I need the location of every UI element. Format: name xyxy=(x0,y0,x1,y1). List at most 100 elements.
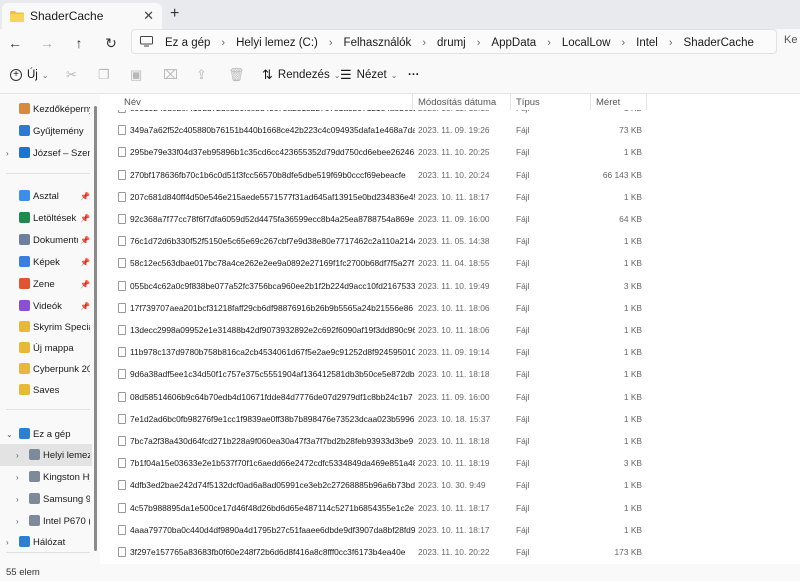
scrollbar[interactable] xyxy=(92,94,100,564)
sidebar-item[interactable]: Kezdőképernyő xyxy=(0,98,92,120)
expand-chevron-icon[interactable]: › xyxy=(6,538,9,547)
expand-chevron-icon[interactable]: › xyxy=(6,149,9,158)
table-row[interactable]: 7b1f04a15e03633e2e1b537f70f1c6aedd66e247… xyxy=(100,452,800,474)
file-size: 1 KB xyxy=(623,480,642,491)
breadcrumb-item[interactable]: Intel xyxy=(636,37,658,49)
file-type: Fájl xyxy=(516,236,530,247)
rename-button[interactable]: ⌧ xyxy=(163,64,183,86)
delete-button[interactable]: 🗑 xyxy=(228,64,250,86)
table-row[interactable]: 4aaa79770ba0c440d4df9890a4d1795b27c51faa… xyxy=(100,519,800,541)
paste-button[interactable]: ▣ xyxy=(130,64,147,86)
chevron-right-icon[interactable]: › xyxy=(669,37,673,49)
table-row[interactable]: 76c1d72d6b330f52f5150e5c65e69c267cbf7e9d… xyxy=(100,230,800,252)
table-row[interactable]: 7e1d2ad6bc0fb98276f9e1cc1f9839ae0ff38b7b… xyxy=(100,408,800,430)
sidebar-item[interactable]: › József – Személyes xyxy=(0,142,92,164)
breadcrumb-item[interactable]: Felhasználók xyxy=(344,37,412,49)
table-row[interactable]: 08d58514606b9c64b70edb4d10671fdde84d7776… xyxy=(100,386,800,408)
breadcrumb-item[interactable]: drumj xyxy=(437,37,466,49)
file-name: 58c12ec563dbae017bc78a4ce262e2ee9a0892e2… xyxy=(130,258,415,269)
sidebar-item[interactable]: Képek 📌 xyxy=(0,251,92,273)
back-button[interactable]: ← xyxy=(4,32,26,54)
new-tab-button[interactable]: + xyxy=(170,5,179,23)
expand-chevron-icon[interactable]: › xyxy=(16,451,19,460)
breadcrumb-item[interactable]: Ez a gép xyxy=(165,37,210,49)
close-icon[interactable]: ✕ xyxy=(143,8,154,24)
chevron-right-icon[interactable]: › xyxy=(221,37,225,49)
chevron-right-icon[interactable]: › xyxy=(621,37,625,49)
sidebar-item[interactable]: ⌄ Ez a gép xyxy=(0,423,92,445)
table-row[interactable]: 4dfb3ed2bae242d74f5132dcf0ad6a8ad05991ce… xyxy=(100,474,800,496)
sort-button[interactable]: ⇅ Rendezés ⌄ xyxy=(262,64,340,86)
table-row[interactable]: 9d6a38adf5ee1c34d50f1c757e375c5551904af1… xyxy=(100,363,800,385)
breadcrumb-item[interactable]: AppData xyxy=(491,37,536,49)
expand-chevron-icon[interactable]: › xyxy=(16,473,19,482)
sidebar-item[interactable]: Gyűjtemény xyxy=(0,120,92,142)
table-row[interactable]: 7bc7a2f38a430d64fcd271b228a9f060ea30a47f… xyxy=(100,430,800,452)
share-button[interactable]: ⇪ xyxy=(196,64,212,86)
table-row[interactable]: 92c368a7f77cc78f6f7dfa6059d52d4475fa3659… xyxy=(100,208,800,230)
view-button[interactable]: ☰ Nézet ⌄ xyxy=(340,64,397,86)
tab-shadercache[interactable]: ShaderCache ✕ xyxy=(2,3,162,29)
sidebar-item[interactable]: Asztal 📌 xyxy=(0,185,92,207)
column-name[interactable]: Név xyxy=(124,97,141,108)
breadcrumb-item[interactable]: LocalLow xyxy=(562,37,611,49)
table-row[interactable]: 58c12ec563dbae017bc78a4ce262e2ee9a0892e2… xyxy=(100,252,800,274)
cut-button[interactable]: ✂ xyxy=(66,64,82,86)
sidebar-item[interactable]: › Helyi lemez (C:) xyxy=(0,444,92,466)
breadcrumb-item[interactable]: ShaderCache xyxy=(684,37,754,49)
chevron-right-icon[interactable]: › xyxy=(547,37,551,49)
folder-icon xyxy=(19,342,30,353)
column-type[interactable]: Típus xyxy=(516,97,540,108)
expand-chevron-icon[interactable]: ⌄ xyxy=(6,430,13,439)
table-row[interactable]: 349a7a62f52c405880b76151b440b1668ce42b22… xyxy=(100,119,800,141)
file-name: 3f297e157765a83683fb0f60e248f72b6d6d8f41… xyxy=(130,547,406,557)
table-row[interactable]: 055bc4c62a0c9f838be077a52fc3756bca960ee2… xyxy=(100,275,800,297)
file-name: 76c1d72d6b330f52f5150e5c65e69c267cbf7e9d… xyxy=(130,236,415,247)
chevron-right-icon[interactable]: › xyxy=(422,37,426,49)
more-options-button[interactable]: ··· xyxy=(408,64,420,86)
sidebar-item[interactable]: › Intel P670 (I:) xyxy=(0,510,92,532)
forward-button[interactable]: → xyxy=(36,32,58,54)
column-divider[interactable] xyxy=(590,94,591,110)
file-name: 295be79e33f04d37eb95896b1c35cd6cc4236553… xyxy=(130,147,415,158)
table-row[interactable]: 13decc2998a09952e1e31488b42df9073932892e… xyxy=(100,319,800,341)
sidebar-item[interactable]: Videók 📌 xyxy=(0,295,92,317)
table-row[interactable]: 11b978c137d9780b758b816ca2cb4534061d67f5… xyxy=(100,341,800,363)
refresh-button[interactable]: ↻ xyxy=(100,32,122,54)
table-row[interactable]: 270bf178636fb70c1b6c0d51f3fcc56570b8dfe5… xyxy=(100,164,800,186)
expand-chevron-icon[interactable]: › xyxy=(16,517,19,526)
table-row[interactable]: 207c681d840ff4d50e546e215aede5571577f31a… xyxy=(100,186,800,208)
chevron-right-icon[interactable]: › xyxy=(477,37,481,49)
chevron-right-icon[interactable]: › xyxy=(329,37,333,49)
sidebar-item[interactable]: › Hálózat xyxy=(0,531,92,553)
column-size[interactable]: Méret xyxy=(596,97,620,108)
file-type: Fájl xyxy=(516,258,530,269)
column-divider[interactable] xyxy=(510,94,511,110)
column-divider[interactable] xyxy=(412,94,413,110)
file-icon xyxy=(118,191,126,202)
file-name: 270bf178636fb70c1b6c0d51f3fcc56570b8dfe5… xyxy=(130,169,406,180)
up-button[interactable]: ↑ xyxy=(68,32,90,54)
sidebar-item[interactable]: Letöltések 📌 xyxy=(0,207,92,229)
table-row[interactable]: 295be79e33f04d37eb95896b1c35cd6cc4236553… xyxy=(100,141,800,163)
new-button[interactable]: + Új ⌄ xyxy=(10,64,49,86)
scrollbar-thumb[interactable] xyxy=(94,106,97,551)
search-input[interactable]: Ke xyxy=(784,34,797,46)
expand-chevron-icon[interactable]: › xyxy=(16,495,19,504)
sidebar-item[interactable]: › Kingston HyperX xyxy=(0,466,92,488)
sidebar-item[interactable]: › Samsung 960 EVO xyxy=(0,488,92,510)
sidebar-item[interactable]: Új mappa xyxy=(0,337,92,359)
sidebar-item[interactable]: Cyberpunk 2077 xyxy=(0,358,92,380)
address-bar[interactable]: Ez a gép › Helyi lemez (C:) › Felhasználók › d… xyxy=(131,29,777,54)
sidebar-item[interactable]: Skyrim Special Edition xyxy=(0,316,92,338)
column-date[interactable]: Módosítás dátuma xyxy=(418,97,496,108)
sidebar-item[interactable]: Saves xyxy=(0,379,92,401)
table-row[interactable]: 17f739707aea201bcf31218faff29cb6df988769… xyxy=(100,297,800,319)
sidebar-item[interactable]: Zene 📌 xyxy=(0,273,92,295)
breadcrumb-item[interactable]: Helyi lemez (C:) xyxy=(236,37,318,49)
table-row[interactable]: 4c57b988895da1e500ce17d46f48d26bd6d65e48… xyxy=(100,497,800,519)
copy-button[interactable]: ❐ xyxy=(98,64,115,86)
column-divider[interactable] xyxy=(646,94,647,110)
sidebar-item[interactable]: Dokumentumok📌 xyxy=(0,229,92,251)
table-row[interactable]: 3f297e157765a83683fb0f60e248f72b6d6d8f41… xyxy=(100,541,800,563)
